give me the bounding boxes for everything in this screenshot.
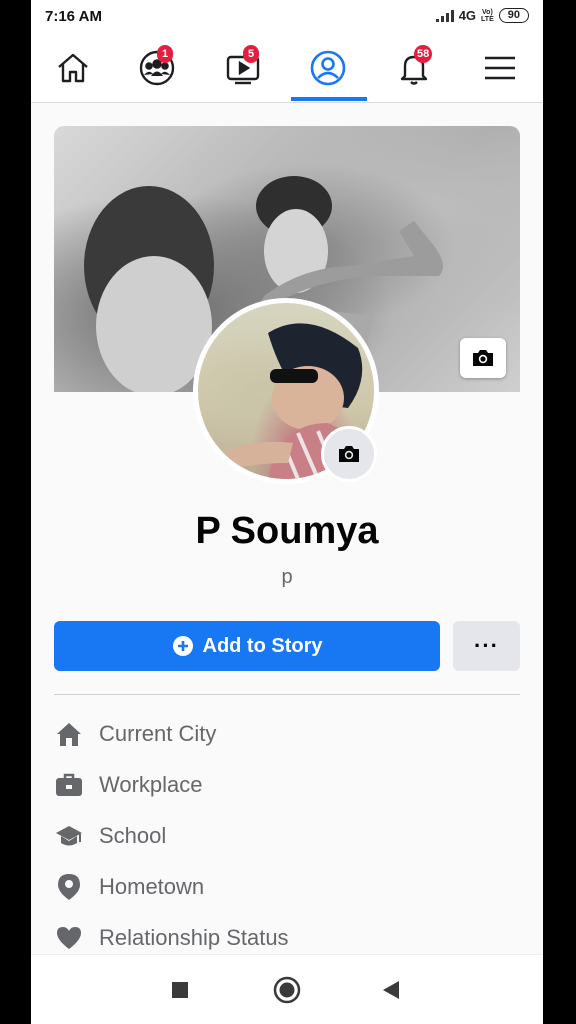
plus-circle-icon bbox=[172, 636, 193, 656]
profile-name: P Soumya bbox=[195, 510, 379, 552]
camera-icon bbox=[473, 350, 493, 366]
nav-watch[interactable]: 5 bbox=[221, 45, 265, 90]
profile-icon bbox=[310, 50, 346, 86]
detail-school[interactable]: School bbox=[54, 818, 166, 854]
profile-bio: p bbox=[281, 566, 293, 588]
nav-profile[interactable] bbox=[306, 46, 350, 90]
detail-relationship-status[interactable]: Relationship Status bbox=[54, 920, 289, 956]
groups-badge: 1 bbox=[157, 45, 173, 63]
active-tab-indicator bbox=[291, 97, 367, 101]
detail-label: Relationship Status bbox=[99, 925, 289, 950]
recents-icon[interactable] bbox=[171, 981, 189, 999]
nav-home[interactable] bbox=[51, 46, 95, 90]
home-icon bbox=[57, 723, 81, 746]
menu-icon bbox=[485, 56, 515, 80]
add-to-story-label: Add to Story bbox=[202, 634, 323, 657]
nav-menu[interactable] bbox=[478, 46, 522, 90]
top-nav-bar: 1 5 58 bbox=[31, 34, 543, 103]
nav-groups[interactable]: 1 bbox=[135, 45, 179, 90]
detail-label: Workplace bbox=[99, 772, 203, 797]
location-pin-icon bbox=[58, 874, 80, 900]
add-to-story-button[interactable]: Add to Story bbox=[54, 621, 440, 671]
home-icon bbox=[58, 53, 88, 83]
phone-screen: 7:16 AM 4G Vo) LTE 90 1 5 58 P Soumya p … bbox=[31, 0, 543, 1024]
detail-label: Hometown bbox=[99, 874, 205, 899]
heart-icon bbox=[57, 927, 81, 949]
detail-workplace[interactable]: Workplace bbox=[54, 767, 203, 803]
battery-level: 90 bbox=[507, 9, 520, 21]
more-icon: ··· bbox=[474, 633, 499, 658]
status-bar: 7:16 AM 4G Vo) LTE 90 bbox=[31, 0, 543, 34]
more-options-button[interactable]: ··· bbox=[453, 621, 520, 671]
detail-hometown[interactable]: Hometown bbox=[54, 869, 204, 905]
battery-icon: 90 bbox=[498, 8, 529, 23]
signal-icon bbox=[435, 9, 454, 22]
back-icon[interactable] bbox=[381, 980, 401, 1000]
camera-icon bbox=[339, 446, 359, 462]
nav-notifications[interactable]: 58 bbox=[392, 45, 436, 90]
briefcase-icon bbox=[56, 773, 82, 796]
system-nav-bar bbox=[31, 954, 543, 1024]
detail-current-city[interactable]: Current City bbox=[54, 716, 216, 752]
home-button-icon[interactable] bbox=[273, 976, 301, 1004]
graduation-cap-icon bbox=[56, 826, 82, 846]
divider bbox=[54, 694, 520, 695]
status-time: 7:16 AM bbox=[45, 8, 102, 25]
status-indicators: 4G Vo) LTE 90 bbox=[435, 8, 529, 23]
detail-label: School bbox=[99, 823, 167, 848]
watch-badge: 5 bbox=[243, 45, 259, 63]
avatar-camera-button[interactable] bbox=[321, 426, 377, 482]
volte-indicator: Vo) LTE bbox=[481, 9, 494, 23]
cover-camera-button[interactable] bbox=[460, 338, 506, 378]
volte-top: Vo) bbox=[482, 8, 493, 16]
network-type: 4G bbox=[458, 8, 477, 23]
volte-bottom: LTE bbox=[481, 15, 494, 23]
detail-label: Current City bbox=[99, 721, 217, 746]
